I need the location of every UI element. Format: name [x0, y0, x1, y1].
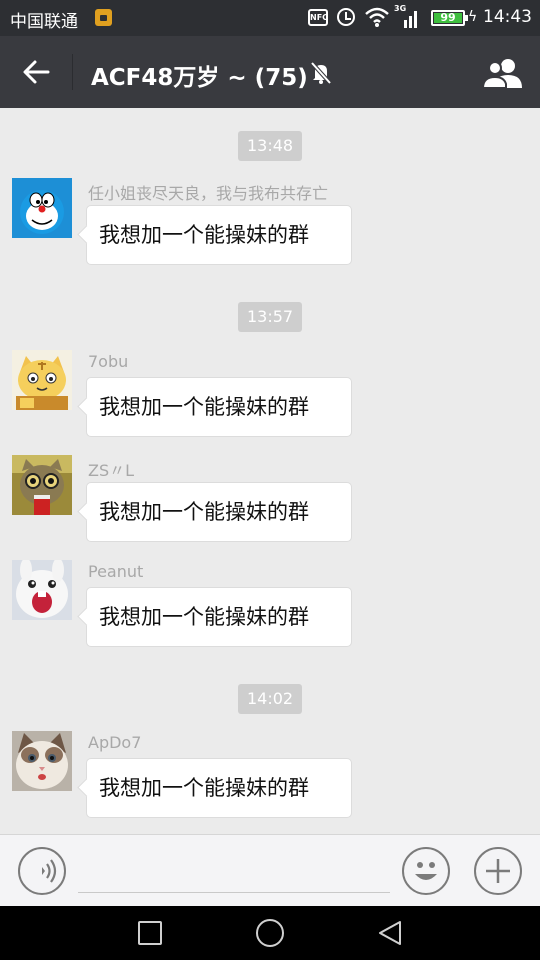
- app-lock-icon: [95, 9, 112, 26]
- wifi-icon: [364, 5, 390, 29]
- message-bubble[interactable]: 我想加一个能操妹的群: [86, 587, 352, 647]
- sender-name: Peanut: [88, 562, 144, 581]
- status-bar: 中国联通 NFC 3G 99 ϟ 14:43: [0, 0, 540, 36]
- battery-icon: 99: [431, 10, 468, 26]
- message-bubble[interactable]: 我想加一个能操妹的群: [86, 205, 352, 265]
- avatar-cartoon-tiger[interactable]: [12, 350, 72, 410]
- timestamp-divider: 13:48: [238, 131, 303, 161]
- cell-signal-icon: 3G: [394, 4, 420, 28]
- avatar-cat-with-glasses[interactable]: [12, 455, 72, 515]
- message-bubble[interactable]: 我想加一个能操妹的群: [86, 758, 352, 818]
- avatar-doraemon[interactable]: [12, 178, 72, 238]
- back-icon[interactable]: [376, 919, 404, 947]
- carrier-name: 中国联通: [10, 12, 78, 32]
- recent-apps-icon[interactable]: [138, 921, 162, 945]
- timestamp-divider: 13:57: [238, 302, 303, 332]
- chat-title: ACF48万岁 ~ (75): [91, 65, 308, 91]
- sender-name: ZS〃L: [88, 461, 135, 480]
- voice-icon[interactable]: [18, 847, 66, 895]
- sender-name: 任小姐丧尽天良，我与我布共存亡: [88, 184, 329, 203]
- timestamp-divider: 14:02: [238, 684, 303, 714]
- nfc-icon: NFC: [308, 9, 328, 26]
- message-bubble[interactable]: 我想加一个能操妹的群: [86, 482, 352, 542]
- alarm-icon: [337, 8, 355, 26]
- sender-name: 7obu: [88, 352, 129, 371]
- mute-bell-icon: [308, 60, 334, 86]
- group-members-icon[interactable]: [481, 56, 524, 90]
- charging-icon: ϟ: [468, 9, 478, 25]
- header-divider: [72, 54, 73, 90]
- chat-header: ACF48万岁 ~ (75): [0, 36, 540, 108]
- message-bubble[interactable]: 我想加一个能操妹的群: [86, 377, 352, 437]
- emoji-icon[interactable]: [402, 847, 450, 895]
- plus-icon[interactable]: [474, 847, 522, 895]
- status-time: 14:43: [483, 7, 532, 27]
- system-nav-bar: [0, 906, 540, 960]
- battery-level: 99: [440, 11, 456, 24]
- back-arrow-icon[interactable]: [18, 54, 54, 90]
- sender-name: ApDo7: [88, 733, 142, 752]
- home-icon[interactable]: [256, 919, 284, 947]
- avatar-ragdoll-cat[interactable]: [12, 731, 72, 791]
- network-type-label: 3G: [394, 4, 407, 13]
- message-list[interactable]: 13:48 任小姐丧尽天良，我与我布共存亡 我想加一个能操妹的群 13:57 7…: [0, 108, 540, 834]
- message-input-bar: [0, 834, 540, 906]
- avatar-white-rabbit[interactable]: [12, 560, 72, 620]
- message-text-input[interactable]: [78, 849, 390, 893]
